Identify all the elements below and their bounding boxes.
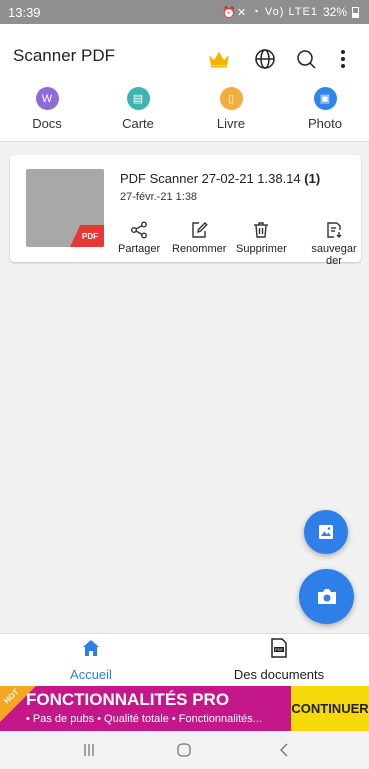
document-date: 27-févr.-21 1:38 [120,191,198,203]
home-icon [83,640,99,656]
document-title-main: PDF Scanner 27-02-21 1.38.14 [120,171,301,186]
book-icon: ▯ [219,87,243,110]
nav-home-label: Accueil [70,667,112,682]
nav-documents[interactable]: PDF Des documents [224,638,334,682]
image-icon [319,525,333,539]
recent-apps-icon[interactable] [77,740,101,760]
camera-scan-button[interactable] [299,569,354,624]
thumbnail-arrows: ››› [34,203,74,214]
delete-label: Supprimer [236,243,287,255]
photo-icon: ▣ [313,87,337,110]
status-indicators: ⏰✕ ◔ Vo) LTE1 32% [222,5,359,19]
app-title: Scanner PDF [13,46,116,65]
category-card[interactable]: ▤ Carte [103,87,173,131]
crown-icon[interactable] [206,46,232,72]
category-label: Livre [216,116,246,131]
camera-icon [317,588,336,604]
document-thumbnail[interactable]: ››› PDF [26,169,104,247]
wifi-icon: ◔ [252,6,260,18]
docs-icon: W [35,87,59,110]
category-book[interactable]: ▯ Livre [196,87,266,131]
category-photo[interactable]: ▣ Photo [290,87,360,131]
more-options-icon[interactable] [336,46,350,72]
share-icon [118,221,160,241]
globe-icon[interactable] [252,46,278,72]
share-button[interactable]: Partager [118,221,160,255]
rename-button[interactable]: Renommer [172,221,226,255]
back-icon[interactable] [272,740,296,760]
system-navigation [0,731,369,769]
backup-label: sauvegarder [311,243,357,267]
signal-text: Vo) LTE1 [264,6,318,18]
category-label: Carte [122,116,154,131]
backup-button[interactable]: sauvegarder [311,221,357,267]
svg-text:PDF: PDF [275,647,284,652]
continue-button[interactable]: CONTINUER [291,686,369,731]
category-label: Docs [32,116,62,131]
category-row: W Docs ▤ Carte ▯ Livre ▣ Photo [0,84,369,142]
card-icon: ▤ [126,87,150,110]
battery-icon [352,6,359,18]
category-docs[interactable]: W Docs [12,87,82,131]
trash-icon [236,221,287,241]
nav-home[interactable]: Accueil [58,638,124,682]
category-label: Photo [308,116,342,131]
promo-title: FONCTIONNALITÉS PRO [26,690,230,709]
promo-banner[interactable]: HOT FONCTIONNALITÉS PRO • Pas de pubs • … [0,686,369,731]
app-bar: Scanner PDF [0,24,369,84]
save-document-icon [311,221,357,241]
alarm-mute-icon: ⏰✕ [222,6,248,19]
delete-button[interactable]: Supprimer [236,221,287,255]
gallery-import-button[interactable] [304,510,348,554]
bottom-navigation: Accueil PDF Des documents [0,633,369,686]
rename-label: Renommer [172,243,227,255]
nav-documents-label: Des documents [233,667,325,682]
battery-percent: 32% [322,5,347,19]
document-page-count: (1) [304,171,321,186]
document-card[interactable]: ››› PDF PDF Scanner 27-02-21 1.38.14 (1)… [10,155,361,267]
pdf-document-icon: PDF [271,638,287,658]
document-title[interactable]: PDF Scanner 27-02-21 1.38.14 (1) [120,171,320,186]
share-label: Partager [118,243,161,255]
promo-subtitle: • Pas de pubs • Qualité totale • Fonctio… [26,713,262,725]
status-time: 13:39 [8,4,41,20]
edit-icon [172,221,226,241]
search-icon[interactable] [293,46,319,72]
status-bar: 13:39 ⏰✕ ◔ Vo) LTE1 32% [0,0,369,24]
pdf-badge: PDF [70,225,104,247]
home-button-icon[interactable] [172,740,196,760]
